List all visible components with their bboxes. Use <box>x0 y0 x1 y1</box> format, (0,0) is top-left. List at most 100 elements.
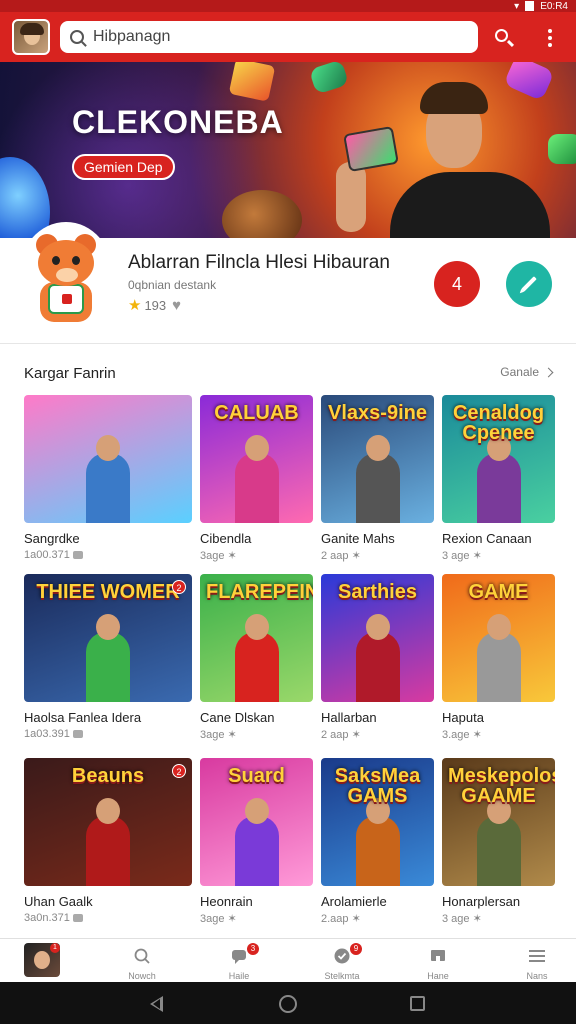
game-card[interactable]: SaksMea GAMS Arolamierle 2.aap ✶ <box>321 758 434 925</box>
character-graphic <box>86 632 130 702</box>
profile-name: Ablarran Filncla Hlesi Hibauran <box>128 252 390 273</box>
promo-banner[interactable]: CLEKONEBA Gemien Dep <box>0 62 576 238</box>
thumbnail-logo-text: GAME <box>468 581 529 603</box>
game-title: Hallarban <box>321 710 377 725</box>
game-card[interactable]: Vlaxs-9ine Ganite Mahs 2 aap ✶ <box>321 395 434 562</box>
game-title: Cane Dlskan <box>200 710 275 725</box>
banner-cta-button[interactable]: Gemien Dep <box>72 154 175 180</box>
more-options-button[interactable] <box>540 26 560 50</box>
top-app-bar <box>0 12 576 62</box>
nav-profile-avatar[interactable]: 1 <box>24 943 60 977</box>
nav-item-menu[interactable]: Nans <box>501 943 573 983</box>
game-meta: 1a03.391 <box>24 728 192 740</box>
game-thumbnail[interactable] <box>24 395 192 523</box>
game-meta: 2 aap ✶ <box>321 549 434 562</box>
character-graphic <box>476 816 521 886</box>
nav-item-search[interactable]: Nowch <box>106 943 178 983</box>
back-icon[interactable] <box>150 996 163 1012</box>
chevron-right-icon <box>543 367 554 377</box>
search-icon <box>70 30 84 44</box>
game-card[interactable]: Sarthies Hallarban 2 aap ✶ <box>321 574 434 741</box>
game-thumbnail[interactable]: GAME <box>442 574 555 702</box>
thumbnail-logo-text: THIEE WOMER <box>36 581 180 603</box>
see-all-link[interactable]: Ganale <box>500 365 554 379</box>
nav-item-activity[interactable]: 9 Stelkmta <box>306 943 378 983</box>
game-title: Ganite Mahs <box>321 531 395 546</box>
notification-count-button[interactable]: 4 <box>434 261 480 307</box>
game-thumbnail[interactable]: SaksMea GAMS <box>321 758 434 886</box>
section-title: Kargar Fanrin <box>24 365 116 382</box>
nav-label: Nowch <box>128 971 156 981</box>
game-card[interactable]: Beauns 2 Uhan Gaalk 3a0n.371 <box>24 758 192 924</box>
game-meta: 2 aap ✶ <box>321 728 434 741</box>
controller-icon <box>72 730 83 738</box>
game-card[interactable]: Sangrdke 1a00.371 <box>24 395 192 561</box>
game-meta-text: 3a0n.371 <box>24 912 70 924</box>
check-circle-icon <box>334 948 350 964</box>
game-card[interactable]: Cenaldog Cpenee Rexion Canaan 3 age ✶ <box>442 395 555 562</box>
game-thumbnail[interactable]: Sarthies <box>321 574 434 702</box>
gem-graphic <box>548 134 576 164</box>
game-meta: 3age ✶ <box>200 912 313 925</box>
game-card[interactable]: Suard Heonrain 3age ✶ <box>200 758 313 925</box>
game-card[interactable]: CALUAB Cibendla 3age ✶ <box>200 395 313 562</box>
game-meta-text: 3 age ✶ <box>442 913 482 925</box>
edit-button[interactable] <box>506 261 552 307</box>
home-circle-icon[interactable] <box>279 995 297 1013</box>
character-graphic <box>86 453 130 523</box>
thumbnail-logo-text: Beauns <box>71 765 145 787</box>
thumbnail-logo-text: Vlaxs-9ine <box>328 402 427 424</box>
game-thumbnail[interactable]: Meskepolos GAAME <box>442 758 555 886</box>
game-meta-text: 2 aap ✶ <box>321 729 361 741</box>
game-card[interactable]: FLAREPEIN Cane Dlskan 3age ✶ <box>200 574 313 741</box>
game-thumbnail[interactable]: CALUAB <box>200 395 313 523</box>
game-meta: 3age ✶ <box>200 728 313 741</box>
thumbnail-logo-text: Meskepolos GAAME <box>448 765 555 807</box>
nav-label: Stelkmta <box>324 971 360 981</box>
menu-icon <box>529 950 545 962</box>
search-input[interactable] <box>93 28 463 46</box>
game-meta-text: 2 aap ✶ <box>321 550 361 562</box>
character-graphic <box>476 453 521 523</box>
game-meta: 3 age ✶ <box>442 549 555 562</box>
game-thumbnail[interactable]: FLAREPEIN <box>200 574 313 702</box>
character-head-graphic <box>486 614 511 640</box>
battery-icon <box>525 1 535 11</box>
nav-item-home[interactable]: Hane <box>402 943 474 983</box>
game-thumbnail[interactable]: Suard <box>200 758 313 886</box>
game-meta: 3age ✶ <box>200 549 313 562</box>
game-thumbnail[interactable]: THIEE WOMER 2 <box>24 574 192 702</box>
character-head-graphic <box>96 435 120 461</box>
thumbnail-badge: 2 <box>172 764 186 778</box>
character-head-graphic <box>365 614 390 640</box>
thumbnail-logo-text: CALUAB <box>214 402 299 424</box>
controller-icon <box>72 914 83 922</box>
game-card[interactable]: Meskepolos GAAME Honarplersan 3 age ✶ <box>442 758 555 925</box>
thumbnail-badge: 2 <box>172 580 186 594</box>
game-meta-text: 2.aap ✶ <box>321 913 361 925</box>
rating-value: 193 <box>144 297 167 313</box>
game-meta-text: 3.age ✶ <box>442 729 482 741</box>
game-title: Haolsa Fanlea Idera <box>24 710 142 725</box>
game-meta-text: 1a00.371 <box>24 549 70 561</box>
game-thumbnail[interactable]: Vlaxs-9ine <box>321 395 434 523</box>
game-card[interactable]: THIEE WOMER 2 Haolsa Fanlea Idera 1a03.391 <box>24 574 192 740</box>
game-card[interactable]: GAME Haputa 3.age ✶ <box>442 574 555 741</box>
game-thumbnail[interactable]: Beauns 2 <box>24 758 192 886</box>
heart-icon[interactable]: ♥ <box>172 297 181 314</box>
character-head-graphic <box>96 798 120 824</box>
game-meta-text: 3age ✶ <box>200 550 237 562</box>
game-title: Rexion Canaan <box>442 531 532 546</box>
profile-card: Ablarran Filncla Hlesi Hibauran 0qbnian … <box>0 222 576 344</box>
search-bar[interactable] <box>60 21 478 53</box>
profile-subtitle: 0qbnian destank <box>128 278 217 292</box>
game-thumbnail[interactable]: Cenaldog Cpenee <box>442 395 555 523</box>
recent-apps-icon[interactable] <box>410 996 425 1011</box>
profile-rating: ★ 193 ♥ <box>128 296 181 315</box>
star-icon: ★ <box>128 297 142 314</box>
nav-item-chat[interactable]: 3 Haile <box>203 943 275 983</box>
search-button[interactable] <box>492 26 516 50</box>
user-avatar[interactable] <box>12 19 50 55</box>
thumbnail-logo-text: Sarthies <box>338 581 417 603</box>
character-graphic <box>234 632 279 702</box>
